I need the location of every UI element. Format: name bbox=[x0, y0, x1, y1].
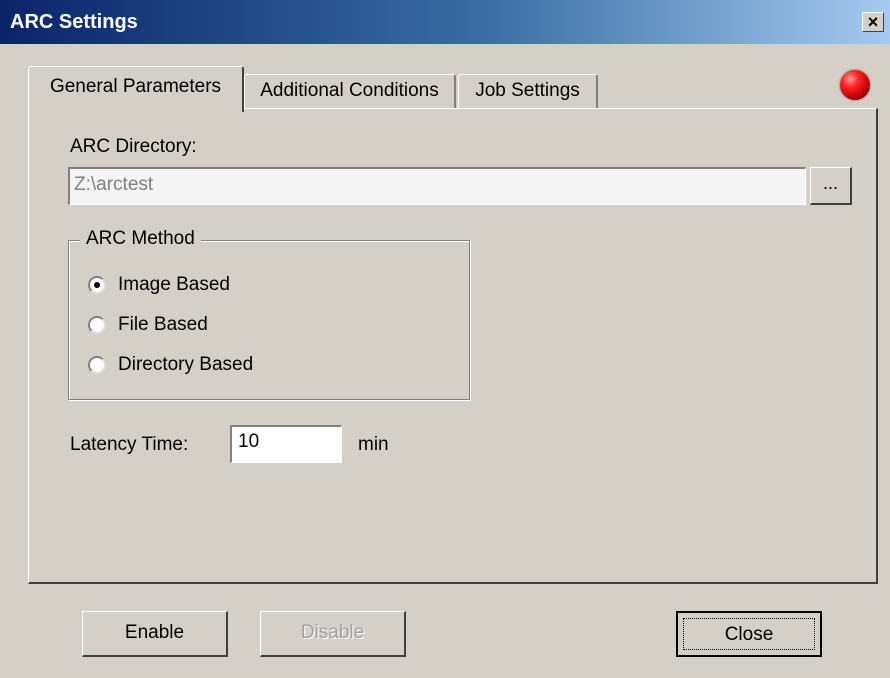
arc-directory-field: Z:\arctest bbox=[68, 167, 806, 205]
close-window-button[interactable]: × bbox=[862, 12, 884, 32]
latency-time-label: Latency Time: bbox=[70, 434, 189, 455]
tab-general-parameters[interactable]: General Parameters bbox=[28, 66, 244, 112]
arc-directory-label: ARC Directory: bbox=[70, 136, 197, 157]
enable-button[interactable]: Enable bbox=[82, 611, 228, 657]
radio-label: Image Based bbox=[118, 274, 230, 295]
radio-label: Directory Based bbox=[118, 354, 254, 375]
arc-method-group-title: ARC Method bbox=[80, 228, 201, 250]
radio-checked-icon bbox=[88, 276, 106, 294]
radio-directory-based[interactable]: Directory Based bbox=[88, 352, 253, 378]
tab-job-settings[interactable]: Job Settings bbox=[458, 74, 598, 108]
tab-label: Additional Conditions bbox=[260, 80, 439, 101]
browse-button[interactable]: ... bbox=[810, 167, 852, 205]
radio-image-based[interactable]: Image Based bbox=[88, 272, 230, 298]
close-button[interactable]: Close bbox=[676, 611, 822, 657]
close-button-label: Close bbox=[683, 618, 815, 650]
radio-file-based[interactable]: File Based bbox=[88, 312, 208, 338]
tab-label: Job Settings bbox=[475, 80, 580, 101]
close-icon: × bbox=[867, 12, 879, 32]
window-title: ARC Settings bbox=[10, 11, 138, 33]
latency-time-input[interactable]: 10 bbox=[230, 425, 342, 463]
disable-button[interactable]: Disable bbox=[260, 611, 406, 657]
title-bar: ARC Settings × bbox=[0, 0, 890, 44]
tab-additional-conditions[interactable]: Additional Conditions bbox=[244, 74, 456, 108]
latency-unit-label: min bbox=[358, 434, 389, 455]
radio-label: File Based bbox=[118, 314, 208, 335]
tab-label: General Parameters bbox=[49, 76, 222, 97]
status-led-icon bbox=[840, 70, 870, 100]
radio-unchecked-icon bbox=[88, 316, 106, 334]
radio-unchecked-icon bbox=[88, 356, 106, 374]
